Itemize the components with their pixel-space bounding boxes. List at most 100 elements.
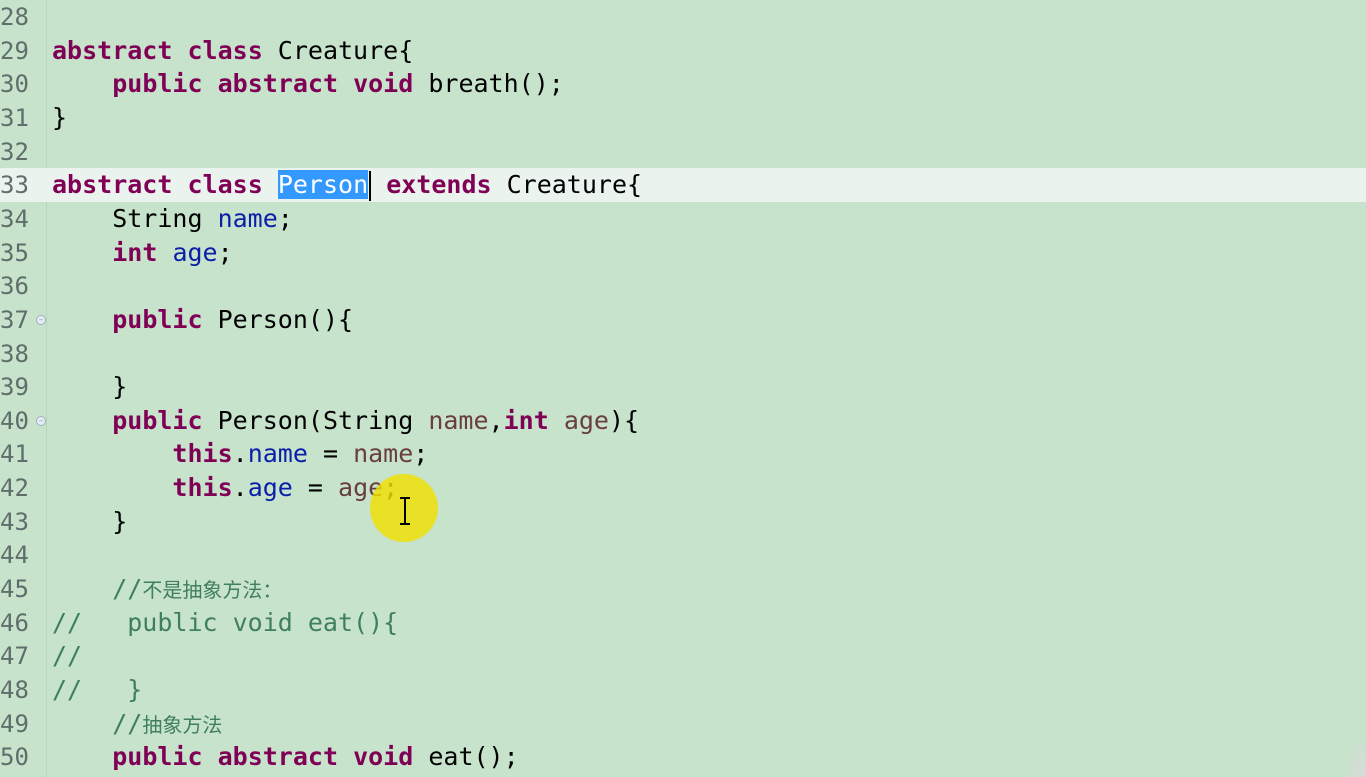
code-token: ; — [277, 203, 293, 233]
code-line[interactable]: 41 this.name = name; — [0, 437, 1366, 471]
line-number: 32 — [0, 137, 29, 166]
code-line[interactable]: 43 } — [0, 505, 1366, 539]
code-token: String — [52, 203, 218, 233]
selected-text: Person — [277, 170, 369, 200]
code-text[interactable]: abstract class Person extends Creature{ — [52, 168, 642, 202]
keyword-token: void — [353, 742, 414, 772]
comment-token: // public void eat(){ — [52, 607, 399, 637]
code-token: = — [292, 473, 339, 503]
code-text[interactable]: // public void eat(){ — [52, 606, 398, 640]
code-text[interactable]: public abstract void eat(); — [52, 740, 519, 774]
code-line[interactable]: 50 public abstract void eat(); — [0, 740, 1366, 774]
code-token: ; — [217, 237, 233, 267]
line-number: 49 — [0, 709, 29, 738]
line-number: 34 — [0, 204, 29, 233]
keyword-token: int — [112, 237, 158, 267]
code-text[interactable]: public Person(String name,int age){ — [52, 404, 639, 438]
code-token: . — [232, 439, 248, 469]
code-token: } — [52, 372, 128, 402]
line-number: 41 — [0, 440, 29, 469]
line-number: 39 — [0, 373, 29, 402]
code-token: } — [52, 102, 68, 132]
code-line[interactable]: 30 public abstract void breath(); — [0, 67, 1366, 101]
code-text[interactable]: public abstract void breath(); — [52, 67, 564, 101]
fold-collapse-icon[interactable]: − — [36, 415, 46, 426]
code-text[interactable]: } — [52, 505, 127, 539]
code-line[interactable]: 34 String name; — [0, 202, 1366, 236]
code-line[interactable]: 42 this.age = age; — [0, 471, 1366, 505]
code-line[interactable]: 44 — [0, 538, 1366, 572]
code-token: ){ — [608, 405, 640, 435]
keyword-token: public — [112, 304, 203, 334]
line-number: 48 — [0, 676, 29, 704]
code-text[interactable]: // } — [52, 673, 142, 707]
code-line[interactable]: 31} — [0, 101, 1366, 135]
code-line[interactable]: 33 abstract class Person extends Creature… — [0, 168, 1366, 203]
field-token: name — [217, 203, 278, 233]
keyword-token: abstract — [217, 69, 339, 99]
code-text[interactable]: this.name = name; — [52, 437, 428, 471]
code-text[interactable]: abstract class Creature{ — [52, 34, 413, 68]
code-editor[interactable]: 28 29 abstract class Creature{30 public ab… — [0, 0, 1366, 777]
code-token: eat(); — [413, 742, 519, 772]
code-text[interactable]: //抽象方法 — [52, 707, 222, 742]
code-line[interactable]: 29 abstract class Creature{ — [0, 34, 1366, 68]
line-number: 47 — [0, 642, 29, 671]
comment-token: 抽象方法 — [142, 712, 223, 737]
code-text[interactable]: // — [52, 639, 82, 673]
code-line[interactable]: 48 // } — [0, 673, 1366, 707]
code-token: } — [52, 506, 128, 536]
code-line[interactable]: 32 — [0, 135, 1366, 169]
fold-collapse-icon[interactable]: − — [36, 314, 46, 325]
code-text[interactable]: } — [52, 370, 127, 404]
line-number: 36 — [0, 272, 29, 301]
line-number: 29 — [0, 36, 29, 65]
text-cursor-icon — [400, 497, 410, 525]
code-token: = — [307, 439, 354, 469]
code-text[interactable]: this.age = age; — [52, 471, 398, 505]
comment-token: 不是抽象方法： — [142, 578, 283, 603]
comment-token: // — [112, 574, 143, 604]
code-line[interactable]: 37− public Person(){ — [0, 303, 1366, 337]
code-text[interactable]: //不是抽象方法： — [52, 572, 282, 607]
code-line[interactable]: 28 — [0, 0, 1366, 34]
keyword-token: public — [112, 69, 203, 99]
code-line[interactable]: 46 // public void eat(){ — [0, 606, 1366, 640]
line-number: 40 — [0, 406, 29, 435]
line-number: 37 — [0, 305, 29, 334]
code-token: Creature{ — [262, 35, 414, 65]
line-number: 44 — [0, 541, 29, 570]
code-line[interactable]: 36 — [0, 269, 1366, 303]
keyword-token: public — [112, 742, 203, 772]
keyword-token: extends — [386, 170, 492, 200]
code-line[interactable]: 49 //抽象方法 — [0, 707, 1366, 741]
code-line[interactable]: 40− public Person(String name,int age){ — [0, 404, 1366, 438]
code-token: Creature{ — [491, 170, 643, 200]
code-line[interactable]: 35 int age; — [0, 236, 1366, 270]
code-line[interactable]: 45 //不是抽象方法： — [0, 572, 1366, 606]
code-token: breath(); — [413, 69, 564, 99]
comment-token: // — [52, 641, 83, 671]
code-line[interactable]: 39 } — [0, 370, 1366, 404]
code-token: Person(String — [202, 405, 429, 435]
code-text[interactable]: String name; — [52, 202, 293, 236]
keyword-token: this — [172, 439, 233, 469]
keyword-token: int — [503, 405, 549, 435]
code-line[interactable]: 38 — [0, 337, 1366, 371]
line-number: 28 — [0, 3, 29, 31]
keyword-token: abstract — [52, 35, 173, 65]
code-text[interactable]: int age; — [52, 236, 233, 270]
code-text[interactable]: } — [52, 101, 67, 135]
code-token: ; — [413, 439, 429, 469]
code-line[interactable]: 47 // — [0, 639, 1366, 673]
code-text[interactable]: public Person(){ — [52, 303, 353, 337]
line-number: 46 — [0, 608, 29, 637]
